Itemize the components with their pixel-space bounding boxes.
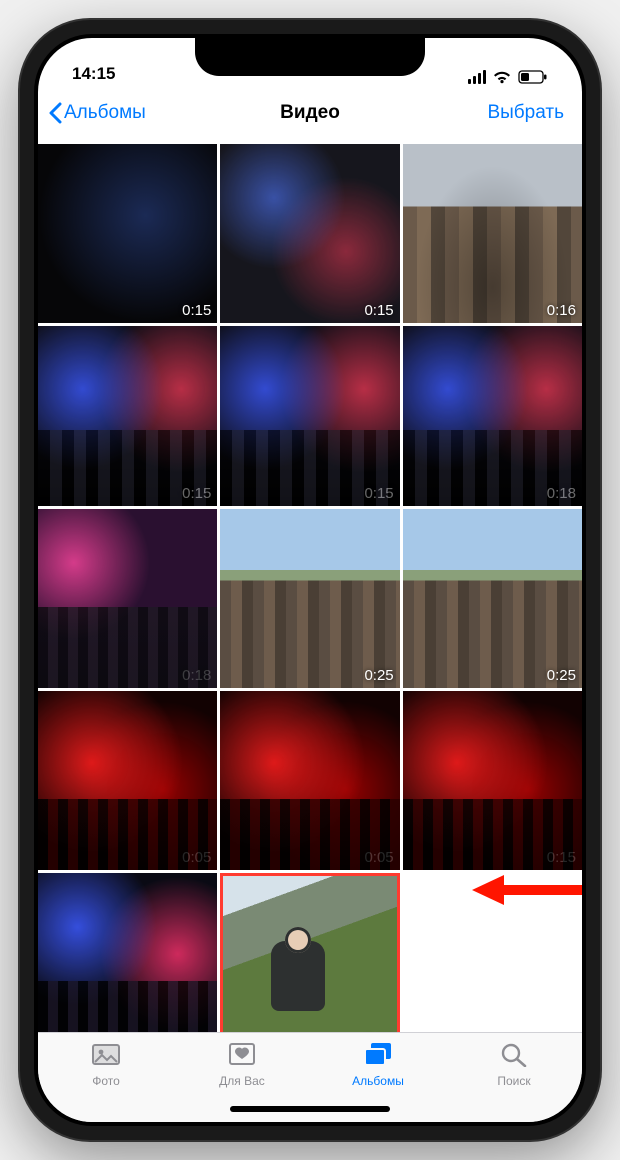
photos-icon <box>91 1041 121 1070</box>
video-duration: 0:16 <box>547 302 576 319</box>
screen: 14:15 Альбомы Видео <box>38 38 582 1122</box>
page-title: Видео <box>280 102 340 124</box>
video-duration: 0:15 <box>364 485 393 502</box>
video-thumbnail[interactable]: 0:18 <box>38 509 217 688</box>
select-button[interactable]: Выбрать <box>487 88 564 138</box>
video-duration: 0:25 <box>547 667 576 684</box>
video-thumbnail[interactable]: 0:05 <box>220 691 399 870</box>
back-label: Альбомы <box>64 102 146 124</box>
device-bezel: 14:15 Альбомы Видео <box>34 34 586 1126</box>
video-thumbnail[interactable]: 0:08 <box>220 873 399 1032</box>
video-duration: 0:15 <box>364 302 393 319</box>
video-thumbnail[interactable]: 0:15 <box>220 144 399 323</box>
video-thumbnail[interactable]: 0:25 <box>220 509 399 688</box>
albums-icon <box>363 1041 393 1070</box>
video-duration: 0:15 <box>547 849 576 866</box>
empty-cell <box>403 873 582 1032</box>
battery-icon <box>518 70 548 84</box>
notch <box>195 38 425 76</box>
status-time: 14:15 <box>72 64 115 84</box>
cellular-icon <box>468 70 486 84</box>
tab-label: Поиск <box>497 1074 530 1088</box>
foryou-icon <box>227 1041 257 1070</box>
video-duration: 0:15 <box>182 302 211 319</box>
video-duration: 0:05 <box>364 849 393 866</box>
status-right <box>468 70 548 84</box>
video-thumbnail[interactable]: 0:25 <box>403 509 582 688</box>
video-grid: 0:15 0:15 0:16 0:15 0:15 0:18 0:18 0:25 0:25 0:05… <box>38 138 582 1032</box>
chevron-left-icon <box>48 102 62 124</box>
tab-photos[interactable]: Фото <box>38 1041 174 1122</box>
tab-search[interactable]: Поиск <box>446 1041 582 1122</box>
home-indicator[interactable] <box>230 1106 390 1112</box>
video-thumbnail[interactable]: 0:18 <box>403 326 582 505</box>
video-duration: 0:18 <box>547 485 576 502</box>
device-frame: 14:15 Альбомы Видео <box>20 20 600 1140</box>
video-duration: 0:25 <box>364 667 393 684</box>
tab-label: Фото <box>92 1074 120 1088</box>
video-thumbnail[interactable]: 0:15 <box>403 691 582 870</box>
search-icon <box>499 1041 529 1070</box>
select-label: Выбрать <box>487 102 564 124</box>
video-thumbnail[interactable]: 0:15 <box>220 326 399 505</box>
video-thumbnail[interactable]: 0:15 <box>38 326 217 505</box>
back-button[interactable]: Альбомы <box>48 88 146 138</box>
navbar: Альбомы Видео Выбрать <box>38 88 582 138</box>
grid-scroll[interactable]: 0:15 0:15 0:16 0:15 0:15 0:18 0:18 0:25 0:25 0:05… <box>38 138 582 1032</box>
wifi-icon <box>492 70 512 84</box>
video-thumbnail[interactable]: 0:15 <box>38 144 217 323</box>
video-thumbnail[interactable]: 0:05 <box>38 691 217 870</box>
video-thumbnail[interactable]: 0:15 <box>38 873 217 1032</box>
video-thumbnail[interactable]: 0:16 <box>403 144 582 323</box>
tab-label: Для Вас <box>219 1074 265 1088</box>
tab-label: Альбомы <box>352 1074 404 1088</box>
video-duration: 0:05 <box>182 849 211 866</box>
video-duration: 0:15 <box>182 485 211 502</box>
video-duration: 0:18 <box>182 667 211 684</box>
